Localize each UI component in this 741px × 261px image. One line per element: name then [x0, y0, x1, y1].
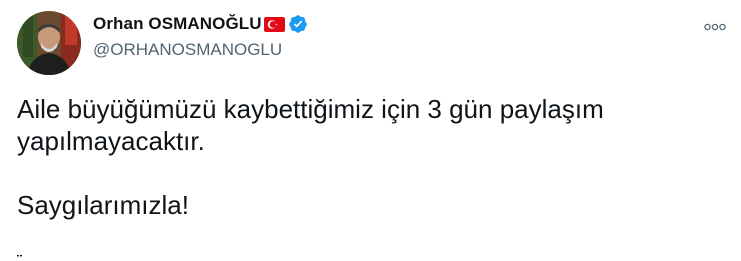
author-name-row[interactable]: Orhan OSMANOĞLU [93, 13, 308, 35]
author-display-name[interactable]: Orhan OSMANOĞLU [93, 14, 262, 34]
more-options-icon [704, 23, 726, 31]
verified-badge-icon [288, 14, 308, 34]
tweet-text-line-2: yapılmayacaktır. [17, 126, 205, 156]
avatar-image [17, 11, 81, 75]
tweet-closing: Saygılarımızla! [17, 190, 189, 220]
tweet-body: Aile büyüğümüzü kaybettiğimiz için 3 gün… [17, 93, 717, 221]
avatar[interactable] [17, 11, 81, 75]
more-options-button[interactable] [700, 18, 730, 36]
tweet-card: Orhan OSMANOĞLU @ORHANOSMANOGLU Aile büy… [0, 0, 741, 261]
tweet-text-line-1: Aile büyüğümüzü kaybettiğimiz için 3 gün… [17, 94, 604, 124]
author-handle[interactable]: @ORHANOSMANOGLU [93, 40, 282, 60]
clipped-text-fragment [17, 255, 22, 257]
turkey-flag-icon [263, 16, 285, 32]
